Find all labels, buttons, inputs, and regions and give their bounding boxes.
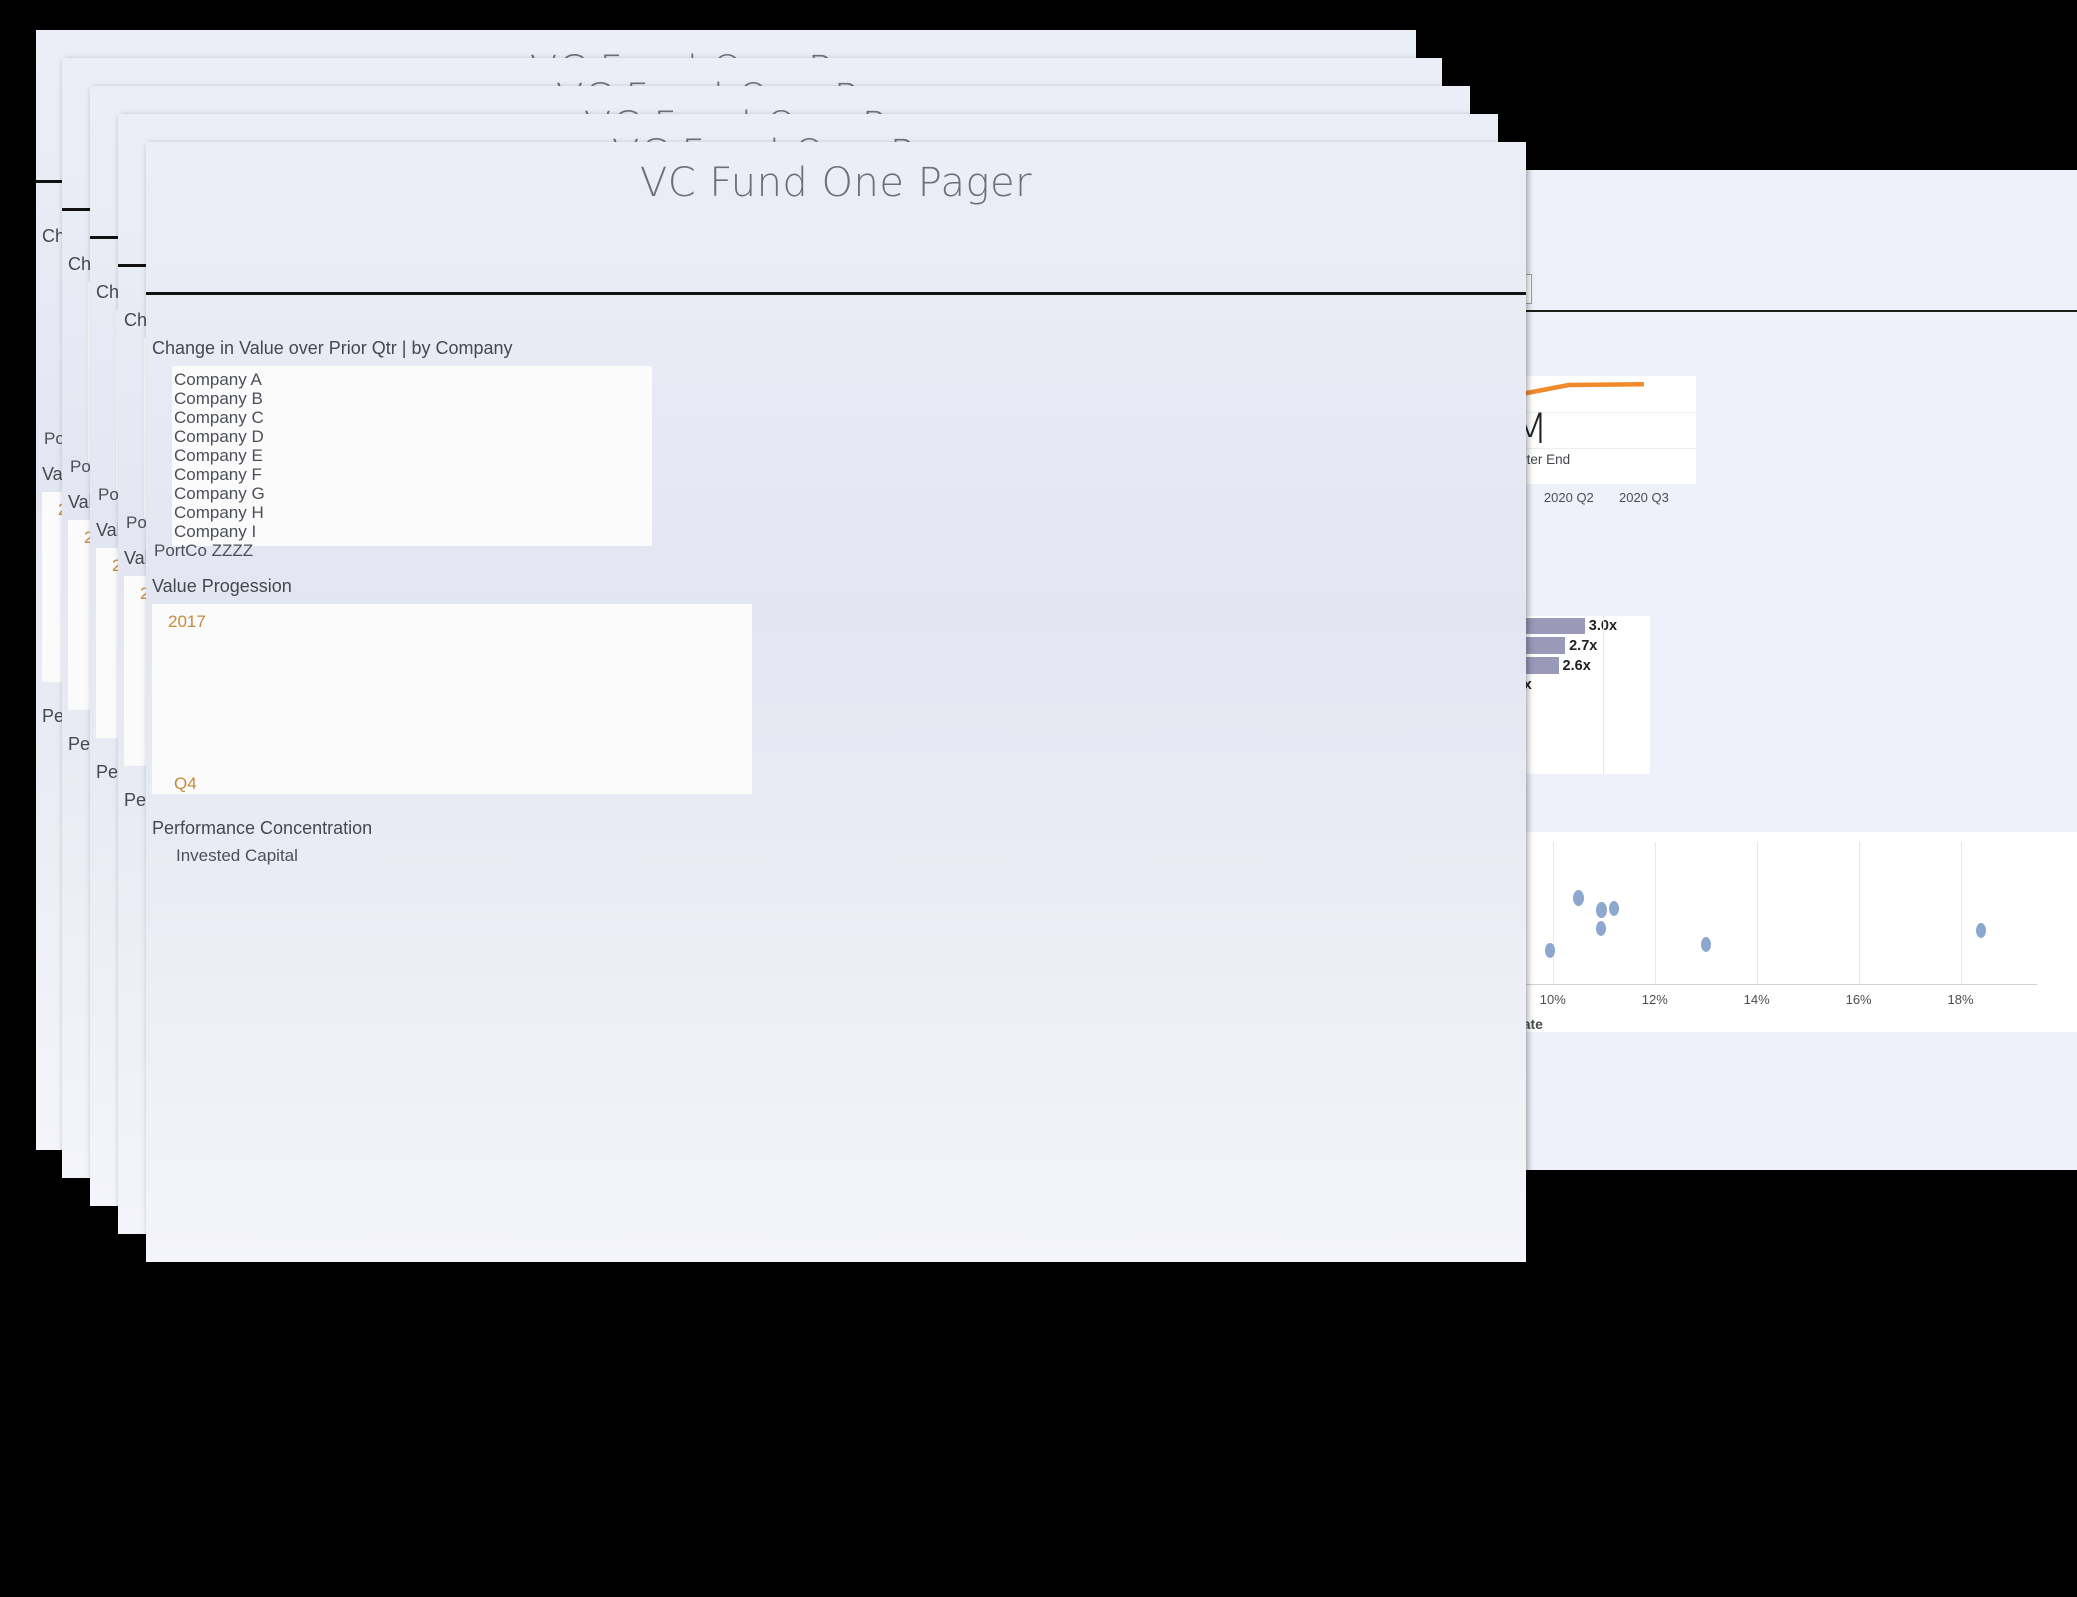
gridline [1960, 842, 1962, 984]
x-tick-label: 10% [1539, 992, 1566, 1007]
ghost-divider [146, 292, 1526, 295]
gridline [1756, 842, 1758, 984]
gridline [1654, 842, 1656, 984]
x-tick-label: 14% [1743, 992, 1770, 1007]
x-tick-label: 2020 Q3 [1618, 490, 1669, 505]
gridline [1602, 616, 1604, 774]
bar-value-label: 2.6x [1562, 657, 1591, 674]
x-tick-label: 18% [1947, 992, 1974, 1007]
bar-value-label: 2.7x [1569, 637, 1598, 654]
gridline [1858, 842, 1860, 984]
scatter-point[interactable] [1700, 937, 1711, 952]
scatter-point[interactable] [1572, 889, 1584, 907]
ghost-section-title: Performance Concentration [152, 818, 373, 838]
background-window-copy-5: VC Fund One Pager Change in Value over Pr… [146, 142, 1526, 1262]
ghost-company-label: Company E [174, 446, 263, 465]
screenshot-root: VC Fund One Pager Change in Value over Pr… [0, 0, 2077, 1597]
ghost-portco-label: PortCo ZZZZ [154, 541, 254, 560]
x-tick-label: 12% [1641, 992, 1668, 1007]
ghost-company-label: Company B [174, 389, 263, 408]
x-tick-label: 2020 Q2 [1543, 490, 1594, 505]
ghost-section-title: Change in Value over Prior Qtr | by Comp… [152, 338, 513, 358]
ghost-company-label: Company D [174, 427, 264, 446]
ghost-plot-area [152, 604, 752, 794]
ghost-invested-label: Invested Capital [176, 846, 298, 865]
ghost-title: VC Fund One Pager [639, 160, 1033, 206]
scatter-point[interactable] [1608, 901, 1619, 917]
ghost-company-label: Company I [174, 522, 257, 541]
x-tick-label: 16% [1845, 992, 1872, 1007]
ghost-section-title: Value Progession [152, 576, 292, 596]
ghost-company-label: Company G [174, 484, 265, 503]
ghost-quarter-label: Q4 [174, 774, 197, 793]
ghost-company-label: Company F [174, 465, 262, 484]
scatter-point[interactable] [1596, 921, 1607, 937]
ghost-company-label: Company C [174, 408, 264, 427]
ghost-company-label: Company A [174, 370, 262, 389]
ghost-company-label: Company H [174, 503, 264, 522]
scatter-point[interactable] [1595, 901, 1607, 919]
scatter-point[interactable] [1975, 922, 1986, 938]
ghost-year-label: 2017 [168, 612, 206, 631]
gridline [1552, 842, 1554, 984]
